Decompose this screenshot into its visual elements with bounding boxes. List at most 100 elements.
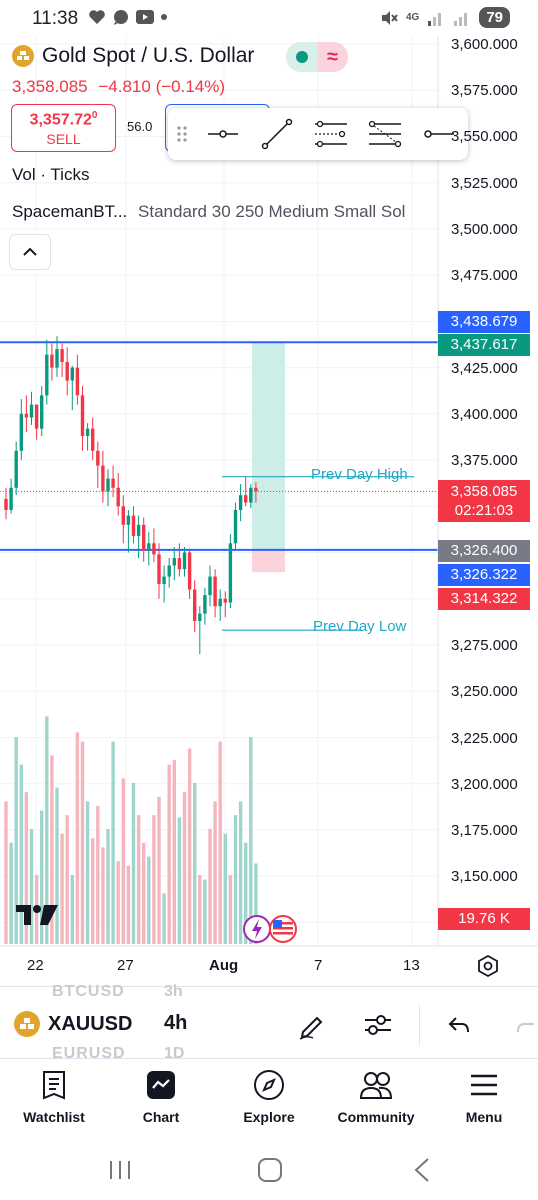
redo-button[interactable] <box>510 1009 538 1041</box>
volume-bar <box>157 796 161 944</box>
chart-icon <box>147 1071 175 1099</box>
recent-apps-button[interactable] <box>100 1154 140 1186</box>
candle-body <box>45 354 49 396</box>
horizontal-line-tool-icon[interactable] <box>196 108 250 160</box>
volume-bar <box>131 783 136 944</box>
candle-body <box>213 576 217 607</box>
nav-explore[interactable]: Explore <box>215 1067 323 1125</box>
volume-bar <box>187 748 192 944</box>
volume-bar <box>203 879 207 944</box>
undo-button[interactable] <box>443 1009 475 1041</box>
volume-bar <box>85 801 90 944</box>
chat-icon <box>114 10 128 25</box>
axis-price-label: 3,600.000 <box>451 36 518 53</box>
home-button[interactable] <box>250 1154 290 1186</box>
resistance-tag-green: 3,437.617 <box>438 334 530 356</box>
indicators-button[interactable] <box>362 1009 394 1041</box>
volume-bar <box>126 865 131 944</box>
candle-body <box>9 487 13 510</box>
candle-body <box>177 558 182 570</box>
volume-bar <box>111 741 115 944</box>
tradingview-logo[interactable] <box>14 902 60 933</box>
mute-icon <box>381 10 398 25</box>
volume-bar <box>218 741 222 944</box>
volume-tag: 19.76 K <box>438 908 530 930</box>
nav-chart[interactable]: Chart <box>107 1067 215 1125</box>
volume-bar <box>142 842 146 944</box>
candle-body <box>162 576 166 584</box>
candle-body <box>187 552 192 590</box>
loss-zone <box>252 549 285 573</box>
gold-coin-icon <box>12 45 34 67</box>
sell-price: 3,357.720 <box>29 110 98 129</box>
spread-value: 56.0 <box>127 119 153 134</box>
market-status-toggle[interactable]: ≈ <box>286 42 348 72</box>
candle-body <box>126 515 131 525</box>
bottom-navigation: Watchlist Chart Explore Community Menu <box>0 1058 538 1142</box>
candle-body <box>111 478 115 488</box>
event-flags-icon[interactable] <box>242 914 300 944</box>
candle-body <box>60 349 64 362</box>
support-tag-blue: 3,326.322 <box>438 564 530 586</box>
drawing-tools-button[interactable] <box>296 1009 328 1041</box>
chevron-up-icon <box>23 247 37 256</box>
candle-body <box>157 554 161 584</box>
volume-bar <box>96 806 100 944</box>
volume-bar <box>116 861 120 944</box>
chart-settings-button[interactable] <box>476 954 500 978</box>
axis-price-label: 3,375.000 <box>451 452 518 469</box>
candle-body <box>152 543 156 555</box>
volume-bar <box>9 842 13 944</box>
axis-price-label: 3,475.000 <box>451 267 518 284</box>
volume-bar <box>75 732 80 944</box>
candle-body <box>147 543 151 551</box>
candle-body <box>65 362 69 381</box>
parallel-channel-tool-icon[interactable] <box>304 108 358 160</box>
candle-body <box>80 395 85 437</box>
market-open-indicator <box>286 42 317 72</box>
timeframe-selector[interactable]: 4h <box>164 1012 187 1035</box>
notification-icons <box>88 9 168 25</box>
spaceman-indicator-label[interactable]: SpacemanBT... Standard 30 250 Medium Sma… <box>12 202 405 222</box>
back-button[interactable] <box>402 1154 442 1186</box>
time-axis-label: 22 <box>27 957 44 974</box>
candle-body <box>131 515 136 536</box>
youtube-icon <box>136 10 154 24</box>
drag-handle-icon[interactable] <box>168 124 196 144</box>
collapse-legend-button[interactable] <box>9 234 51 270</box>
candle-body <box>19 413 23 451</box>
prev-day-low-label: Prev Day Low <box>313 618 407 635</box>
time-axis-label: 13 <box>403 957 420 974</box>
fib-retracement-tool-icon[interactable] <box>358 108 412 160</box>
community-icon <box>359 1072 393 1099</box>
status-time: 11:38 <box>32 8 79 29</box>
candle-body <box>106 478 110 492</box>
symbol-header[interactable]: Gold Spot / U.S. Dollar <box>12 44 254 68</box>
axis-price-label: 3,400.000 <box>451 406 518 423</box>
nav-community[interactable]: Community <box>322 1067 430 1125</box>
resistance-tag-blue: 3,438.679 <box>438 311 530 333</box>
symbol-selector[interactable]: XAUUSD <box>14 1011 132 1037</box>
axis-price-label: 3,550.000 <box>451 128 518 145</box>
candle-body <box>34 404 39 429</box>
volume-indicator-label[interactable]: Vol · Ticks <box>12 165 89 185</box>
candle-body <box>40 395 44 429</box>
volume-bar <box>70 875 74 944</box>
volume-bar <box>152 815 156 944</box>
sell-button[interactable]: 3,357.720 SELL <box>11 104 116 152</box>
time-axis-label: 7 <box>314 957 323 974</box>
candle-body <box>244 495 248 503</box>
candle-body <box>142 524 146 551</box>
volume-bar <box>182 792 187 944</box>
nav-menu[interactable]: Menu <box>430 1067 538 1125</box>
candle-body <box>238 495 243 510</box>
candle-body <box>14 450 18 488</box>
candle-body <box>136 524 141 536</box>
nav-watchlist[interactable]: Watchlist <box>0 1067 108 1125</box>
price-change-line: 3,358.085 −4.810 (−0.14%) <box>12 77 225 97</box>
volume-bar <box>198 875 202 944</box>
candle-body <box>121 506 125 525</box>
system-navigation <box>0 1142 538 1200</box>
candle-body <box>96 450 100 466</box>
trend-line-tool-icon[interactable] <box>250 108 304 160</box>
